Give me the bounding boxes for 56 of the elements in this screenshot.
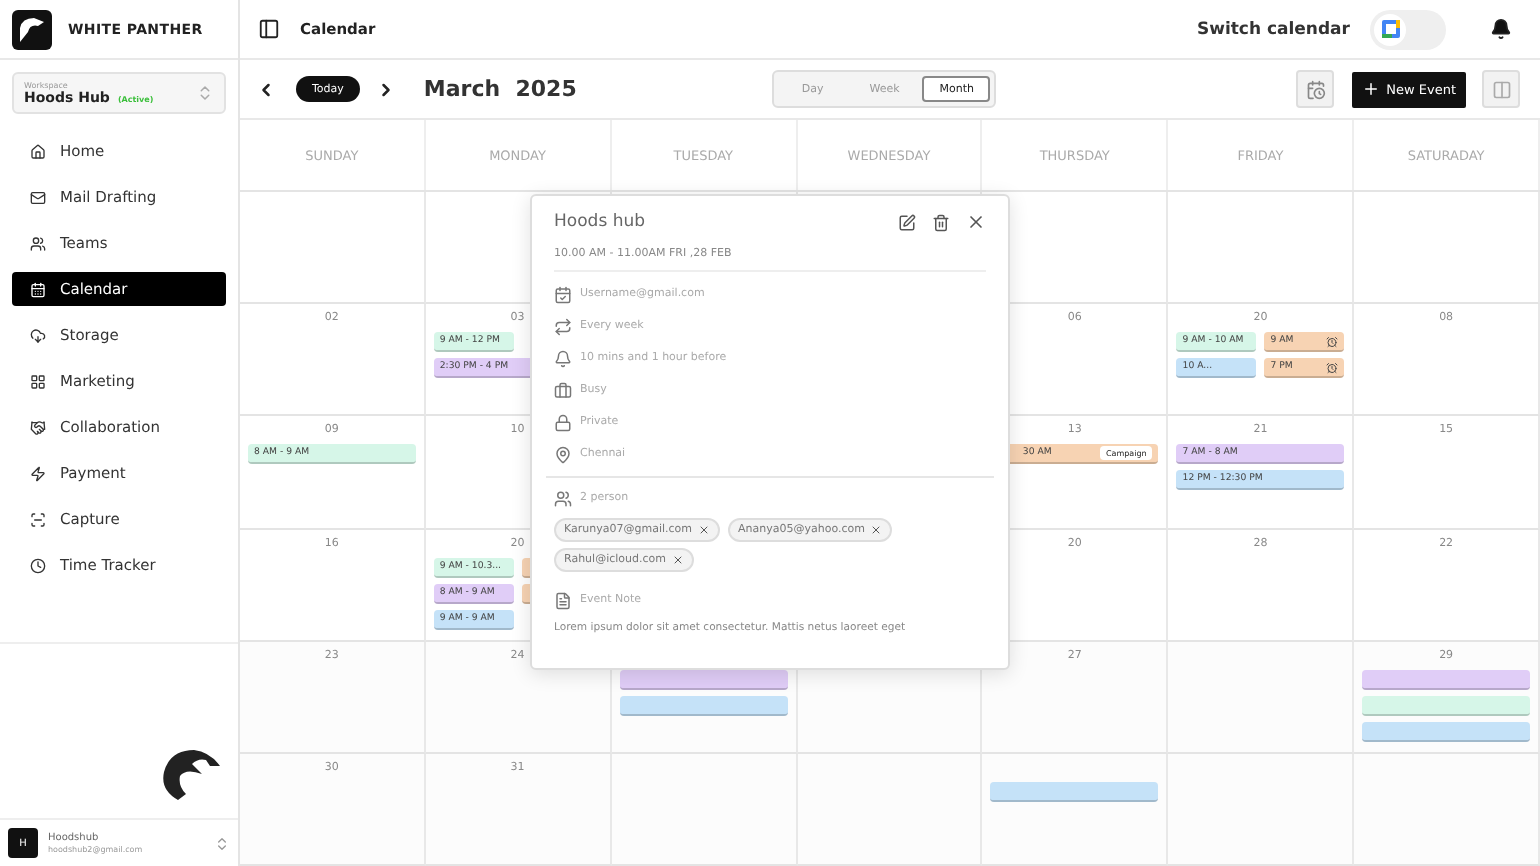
calendar-icon <box>554 285 572 303</box>
month-title: March 2025 <box>423 76 577 102</box>
handshake-icon <box>30 419 46 435</box>
bell-icon <box>554 349 572 367</box>
lock-icon <box>554 413 572 431</box>
mail-icon <box>30 189 46 205</box>
calendar-icon-button[interactable] <box>1296 70 1335 108</box>
calendar-clock-icon <box>1305 79 1326 99</box>
event-chip[interactable] <box>619 669 788 690</box>
day-cell[interactable] <box>611 753 798 866</box>
remove-icon[interactable] <box>870 524 883 536</box>
cloud-icon <box>30 327 46 343</box>
chevrons-icon <box>196 84 214 102</box>
remove-icon[interactable] <box>698 524 711 536</box>
switch-label: Switch calendar <box>1196 19 1350 39</box>
remove-icon[interactable] <box>672 554 684 566</box>
day-cell[interactable] <box>982 753 1169 866</box>
edit-icon[interactable] <box>898 213 916 231</box>
event-chip[interactable] <box>1362 721 1530 742</box>
event-chip[interactable] <box>1362 669 1530 690</box>
briefcase-icon <box>554 381 572 399</box>
day-cell[interactable] <box>1354 192 1540 305</box>
calendar-switch[interactable] <box>1370 9 1446 49</box>
scan-icon <box>30 511 46 527</box>
close-icon[interactable] <box>966 212 986 232</box>
people-icon <box>30 235 46 251</box>
day-cell[interactable] <box>1168 753 1355 866</box>
chevrons-icon[interactable] <box>214 835 230 851</box>
day-cell[interactable] <box>1168 192 1355 305</box>
notification-bell-icon[interactable] <box>1490 18 1512 40</box>
location-pin-icon <box>554 445 572 463</box>
trash-icon[interactable] <box>932 213 950 231</box>
repeat-icon <box>554 317 572 335</box>
house-icon <box>30 143 46 159</box>
day-cell[interactable] <box>1168 641 1355 754</box>
event-title: Hoods hub <box>554 212 645 232</box>
previous-month-icon[interactable] <box>256 79 276 99</box>
calendar-icon <box>30 281 46 297</box>
people-icon <box>554 489 572 507</box>
sidebar-toggle-icon[interactable] <box>258 18 280 40</box>
calendar-app-icon <box>1381 20 1399 38</box>
clock-icon <box>30 557 46 573</box>
day-cell[interactable] <box>240 192 426 305</box>
split-view-button[interactable] <box>1482 70 1520 108</box>
bolt-icon <box>30 465 46 481</box>
event-chip[interactable] <box>1362 695 1530 716</box>
panther-logo <box>158 746 222 802</box>
event-chip[interactable] <box>619 695 788 716</box>
event-chip[interactable] <box>990 781 1159 802</box>
day-cell[interactable] <box>797 753 983 866</box>
columns-icon <box>1491 79 1511 99</box>
grid-icon <box>30 373 46 389</box>
note-icon <box>554 591 572 609</box>
day-cell[interactable] <box>1354 753 1540 866</box>
plus-icon <box>1362 80 1381 98</box>
panther-logo <box>12 9 52 49</box>
